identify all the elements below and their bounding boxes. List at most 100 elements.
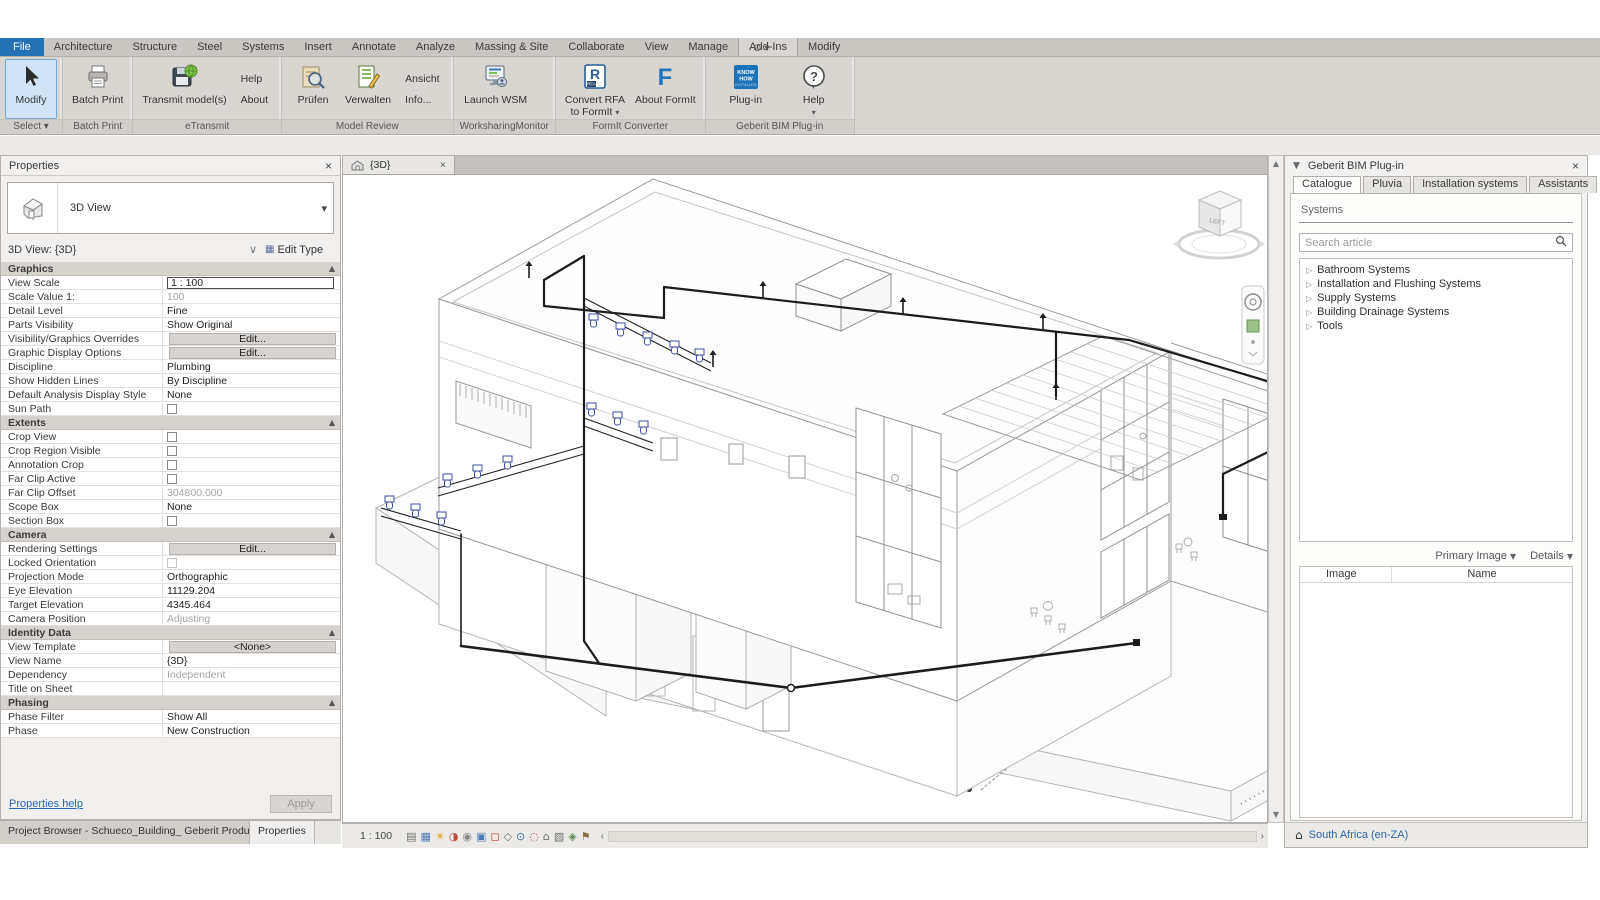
ribbon-tab[interactable]: Insert (294, 38, 342, 56)
checkbox[interactable] (167, 432, 177, 442)
temp-view-properties-icon[interactable]: ▧ (554, 831, 564, 842)
ribbon-tab[interactable]: File (0, 38, 44, 56)
launch-wsm-button[interactable]: Launch WSM (459, 59, 533, 119)
geberit-tab[interactable]: Pluvia (1363, 176, 1411, 193)
geberit-tab[interactable]: Catalogue (1293, 176, 1361, 193)
crop-view-icon[interactable]: ▣ (476, 831, 486, 842)
property-row[interactable]: Show Hidden Lines By Discipline ▲ (1, 374, 340, 388)
properties-tab[interactable]: Properties (250, 821, 315, 844)
etransmit-about-button[interactable]: About (241, 94, 268, 106)
property-row[interactable]: Parts Visibility Show Original ▲ (1, 318, 340, 332)
search-icon[interactable] (1555, 235, 1567, 250)
visual-style-icon[interactable]: ▦ (421, 831, 431, 842)
worksharing-display-icon[interactable]: ⌂ (543, 831, 550, 842)
checkbox[interactable] (167, 558, 177, 568)
section-pin-icon[interactable]: ▲ (329, 698, 340, 707)
property-row[interactable]: Section Box ✓ ▲ (1, 514, 340, 528)
ribbon-collapse-icon[interactable]: ⊙ ▾ (753, 41, 770, 54)
tree-expand-icon[interactable]: ▷ (1306, 308, 1312, 317)
checkbox[interactable] (167, 460, 177, 470)
hscroll-right-icon[interactable]: › (1261, 830, 1265, 842)
viewcube[interactable]: LEFT (1173, 191, 1265, 258)
property-row[interactable]: Extents ▲ (1, 416, 340, 430)
drawing-area[interactable]: LEFT {3D} × (342, 155, 1268, 823)
scroll-up-icon[interactable]: ▲ (1273, 159, 1279, 168)
modify-button[interactable]: Modify (5, 59, 57, 119)
property-row[interactable]: Phase Filter Show All ▲ (1, 710, 340, 724)
primary-image-dropdown[interactable]: Primary Image ▼ (1435, 550, 1516, 562)
property-row[interactable]: Annotation Crop ▲ (1, 458, 340, 472)
property-row[interactable]: Detail Level Fine ▲ (1, 304, 340, 318)
property-row[interactable]: Crop Region Visible ▲ (1, 444, 340, 458)
view-tab-close-icon[interactable]: × (440, 159, 446, 171)
reveal-hidden-icon[interactable]: ◌ (529, 831, 539, 842)
about-formit-button[interactable]: F About FormIt (631, 59, 700, 119)
checkbox[interactable] (167, 474, 177, 484)
ribbon-tab[interactable]: Analyze (406, 38, 465, 56)
hscroll-left-icon[interactable]: ‹ (601, 830, 605, 842)
property-row[interactable]: Default Analysis Display Style None ▲ (1, 388, 340, 402)
panel-pin-icon[interactable]: ▼ (1293, 161, 1300, 171)
ribbon-tab[interactable]: Architecture (44, 38, 123, 56)
etransmit-help-button[interactable]: Help (241, 73, 268, 85)
property-row[interactable]: Far Clip Active ▲ (1, 472, 340, 486)
tree-item[interactable]: ▷ Tools (1306, 319, 1572, 333)
geberit-help-button[interactable]: ? Help▾ (788, 59, 840, 119)
geberit-tab[interactable]: Assistants (1529, 176, 1597, 193)
property-row[interactable]: Graphics ▲ (1, 262, 340, 276)
section-pin-icon[interactable]: ▲ (329, 418, 340, 427)
ribbon-tab[interactable]: Structure (122, 38, 187, 56)
ribbon-tab[interactable]: Massing & Site (465, 38, 558, 56)
hide-isolate-icon[interactable]: ⊙ (516, 831, 525, 842)
canvas-vertical-scrollbar[interactable]: ▲ ▼ (1268, 155, 1284, 823)
search-article-input[interactable]: Search article (1299, 233, 1573, 252)
ribbon-tab[interactable]: Steel (187, 38, 232, 56)
view-scale-control[interactable]: 1 : 100 (360, 830, 392, 842)
ansicht-button[interactable]: Ansicht (405, 73, 439, 85)
scroll-down-icon[interactable]: ▼ (1273, 810, 1279, 819)
property-row[interactable]: Sun Path ▲ (1, 402, 340, 416)
property-row[interactable]: Graphic Display Options Edit... ▲ (1, 346, 340, 360)
constraints-icon[interactable]: ⚑ (581, 831, 591, 842)
region-link[interactable]: South Africa (en-ZA) (1309, 829, 1409, 841)
property-row[interactable]: Discipline Plumbing ▲ (1, 360, 340, 374)
instance-selector[interactable]: 3D View: {3D}∨ (3, 241, 262, 258)
ribbon-tab[interactable]: View (635, 38, 679, 56)
property-row[interactable]: Phasing ▲ (1, 696, 340, 710)
property-row[interactable]: Far Clip Offset 304800.000 ▲ (1, 486, 340, 500)
tree-expand-icon[interactable]: ▷ (1306, 280, 1312, 289)
navigation-bar[interactable] (1242, 286, 1264, 364)
property-row[interactable]: Identity Data ▲ (1, 626, 340, 640)
property-row[interactable]: Camera Position Adjusting ▲ (1, 612, 340, 626)
tree-expand-icon[interactable]: ▷ (1306, 294, 1312, 303)
column-header-image[interactable]: Image (1300, 567, 1392, 582)
apply-button[interactable]: Apply (270, 795, 332, 813)
batch-print-button[interactable]: Batch Print (68, 59, 127, 119)
checkbox[interactable] (167, 446, 177, 456)
section-pin-icon[interactable]: ▲ (329, 530, 340, 539)
project-browser-tab[interactable]: Project Browser - Schueco_Building_ Gebe… (0, 821, 250, 844)
group-label-select[interactable]: Select ▾ (0, 119, 62, 134)
crop-region-icon[interactable]: ◻ (490, 831, 499, 842)
property-row[interactable]: View Name {3D} ▲ (1, 654, 340, 668)
type-selector[interactable]: 3D View ▾ (7, 182, 334, 234)
property-row[interactable]: Dependency Independent ▲ (1, 668, 340, 682)
properties-close-icon[interactable]: × (325, 159, 332, 173)
detail-level-icon[interactable]: ▤ (406, 831, 416, 842)
analytical-model-icon[interactable]: ◈ (568, 831, 576, 842)
tree-item[interactable]: ▷ Bathroom Systems (1306, 263, 1572, 277)
ribbon-tab[interactable]: Annotate (342, 38, 406, 56)
section-pin-icon[interactable]: ▲ (329, 628, 340, 637)
property-row[interactable]: Target Elevation 4345.464 ▲ (1, 598, 340, 612)
geberit-plugin-button[interactable]: KNOW HOW INSTALLED Plug-in (720, 59, 772, 119)
property-row[interactable]: Scope Box None ▲ (1, 500, 340, 514)
geberit-panel-close-icon[interactable]: × (1572, 159, 1579, 173)
property-row[interactable]: View Scale 1 : 100 ▲ (1, 276, 340, 290)
property-row[interactable]: Eye Elevation 11129.204 ▲ (1, 584, 340, 598)
property-row[interactable]: Phase New Construction ▲ (1, 724, 340, 738)
shadows-icon[interactable]: ◑ (449, 831, 459, 842)
property-row[interactable]: Rendering Settings Edit... ▲ (1, 542, 340, 556)
sun-path-icon[interactable]: ☀ (435, 831, 445, 842)
view-tab-3d[interactable]: {3D} × (343, 156, 455, 174)
type-selector-caret-icon[interactable]: ▾ (321, 202, 333, 215)
